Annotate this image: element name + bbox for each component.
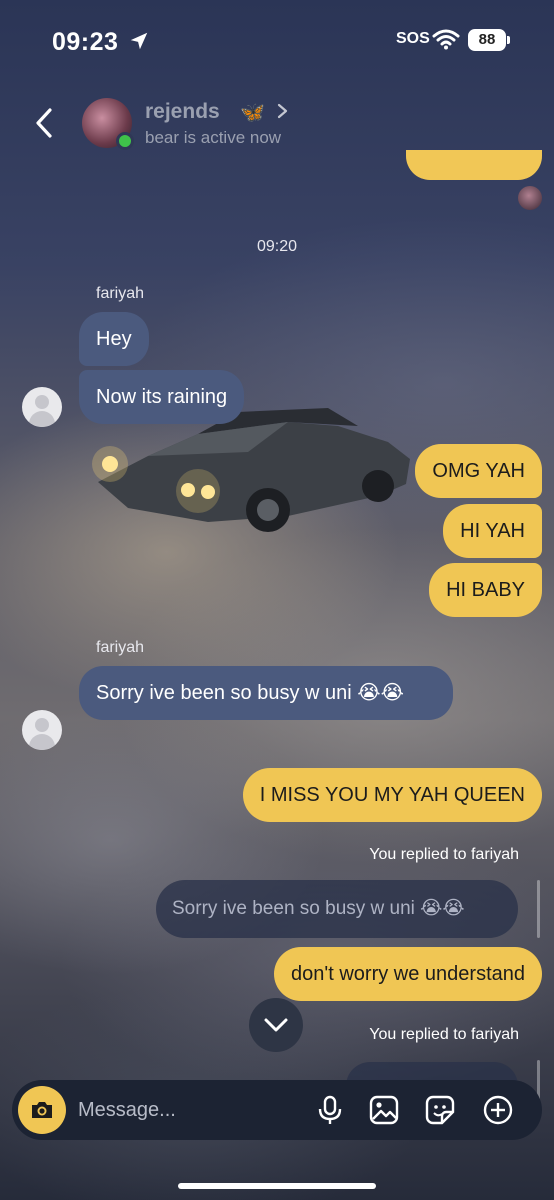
outgoing-message[interactable]: OMG YAH	[415, 444, 542, 498]
sender-name: fariyah	[96, 639, 145, 656]
sticker-icon[interactable]	[424, 1094, 456, 1126]
camera-button[interactable]	[18, 1086, 66, 1134]
plus-icon[interactable]	[482, 1094, 514, 1126]
sos-indicator: SOS	[396, 30, 430, 47]
sender-name: fariyah	[96, 285, 145, 302]
sender-avatar[interactable]	[22, 387, 62, 427]
butterfly-emoji: 🦋	[240, 102, 265, 124]
outgoing-message[interactable]: don't worry we understand	[274, 947, 542, 1001]
outgoing-message[interactable]: HI BABY	[429, 563, 542, 617]
message-input[interactable]	[78, 1094, 298, 1126]
incoming-message[interactable]: Now its raining	[79, 370, 245, 424]
home-indicator[interactable]	[178, 1183, 376, 1189]
battery-icon: 88	[468, 29, 506, 51]
outgoing-message[interactable]: I MISS YOU MY YAH QUEEN	[242, 768, 542, 822]
sender-avatar[interactable]	[22, 710, 62, 750]
battery-tip	[507, 36, 510, 44]
chat-title[interactable]: rejends	[145, 100, 220, 124]
active-status-dot	[116, 132, 134, 150]
incoming-message[interactable]: Sorry ive been so busy w uni 😭😭	[79, 666, 453, 720]
seen-avatar	[518, 186, 542, 210]
chevron-right-icon[interactable]	[276, 100, 290, 122]
image-icon[interactable]	[368, 1094, 400, 1126]
previous-outgoing-bubble[interactable]	[406, 150, 542, 180]
replied-label: You replied to fariyah	[369, 1026, 519, 1043]
back-icon[interactable]	[30, 106, 60, 140]
status-bar: 09:23 SOS 88	[0, 0, 554, 82]
message-timestamp: 09:20	[256, 238, 298, 255]
location-arrow-icon	[130, 32, 148, 50]
active-status-text: bear is active now	[145, 128, 282, 147]
camera-icon	[32, 1102, 52, 1118]
scroll-to-bottom-button[interactable]	[249, 998, 303, 1052]
wifi-icon	[432, 29, 460, 50]
chat-header: rejends 🦋 bear is active now	[0, 88, 554, 158]
microphone-icon[interactable]	[314, 1094, 346, 1126]
incoming-message[interactable]: Hey	[79, 312, 149, 366]
scrollbar[interactable]	[537, 880, 540, 938]
message-composer	[12, 1080, 542, 1140]
status-time: 09:23	[52, 28, 119, 56]
quoted-message-preview[interactable]: Sorry ive been so busy w uni 😭😭	[156, 880, 518, 938]
chevron-down-icon	[264, 1018, 288, 1032]
outgoing-message[interactable]: HI YAH	[443, 504, 542, 558]
replied-label: You replied to fariyah	[369, 846, 519, 863]
